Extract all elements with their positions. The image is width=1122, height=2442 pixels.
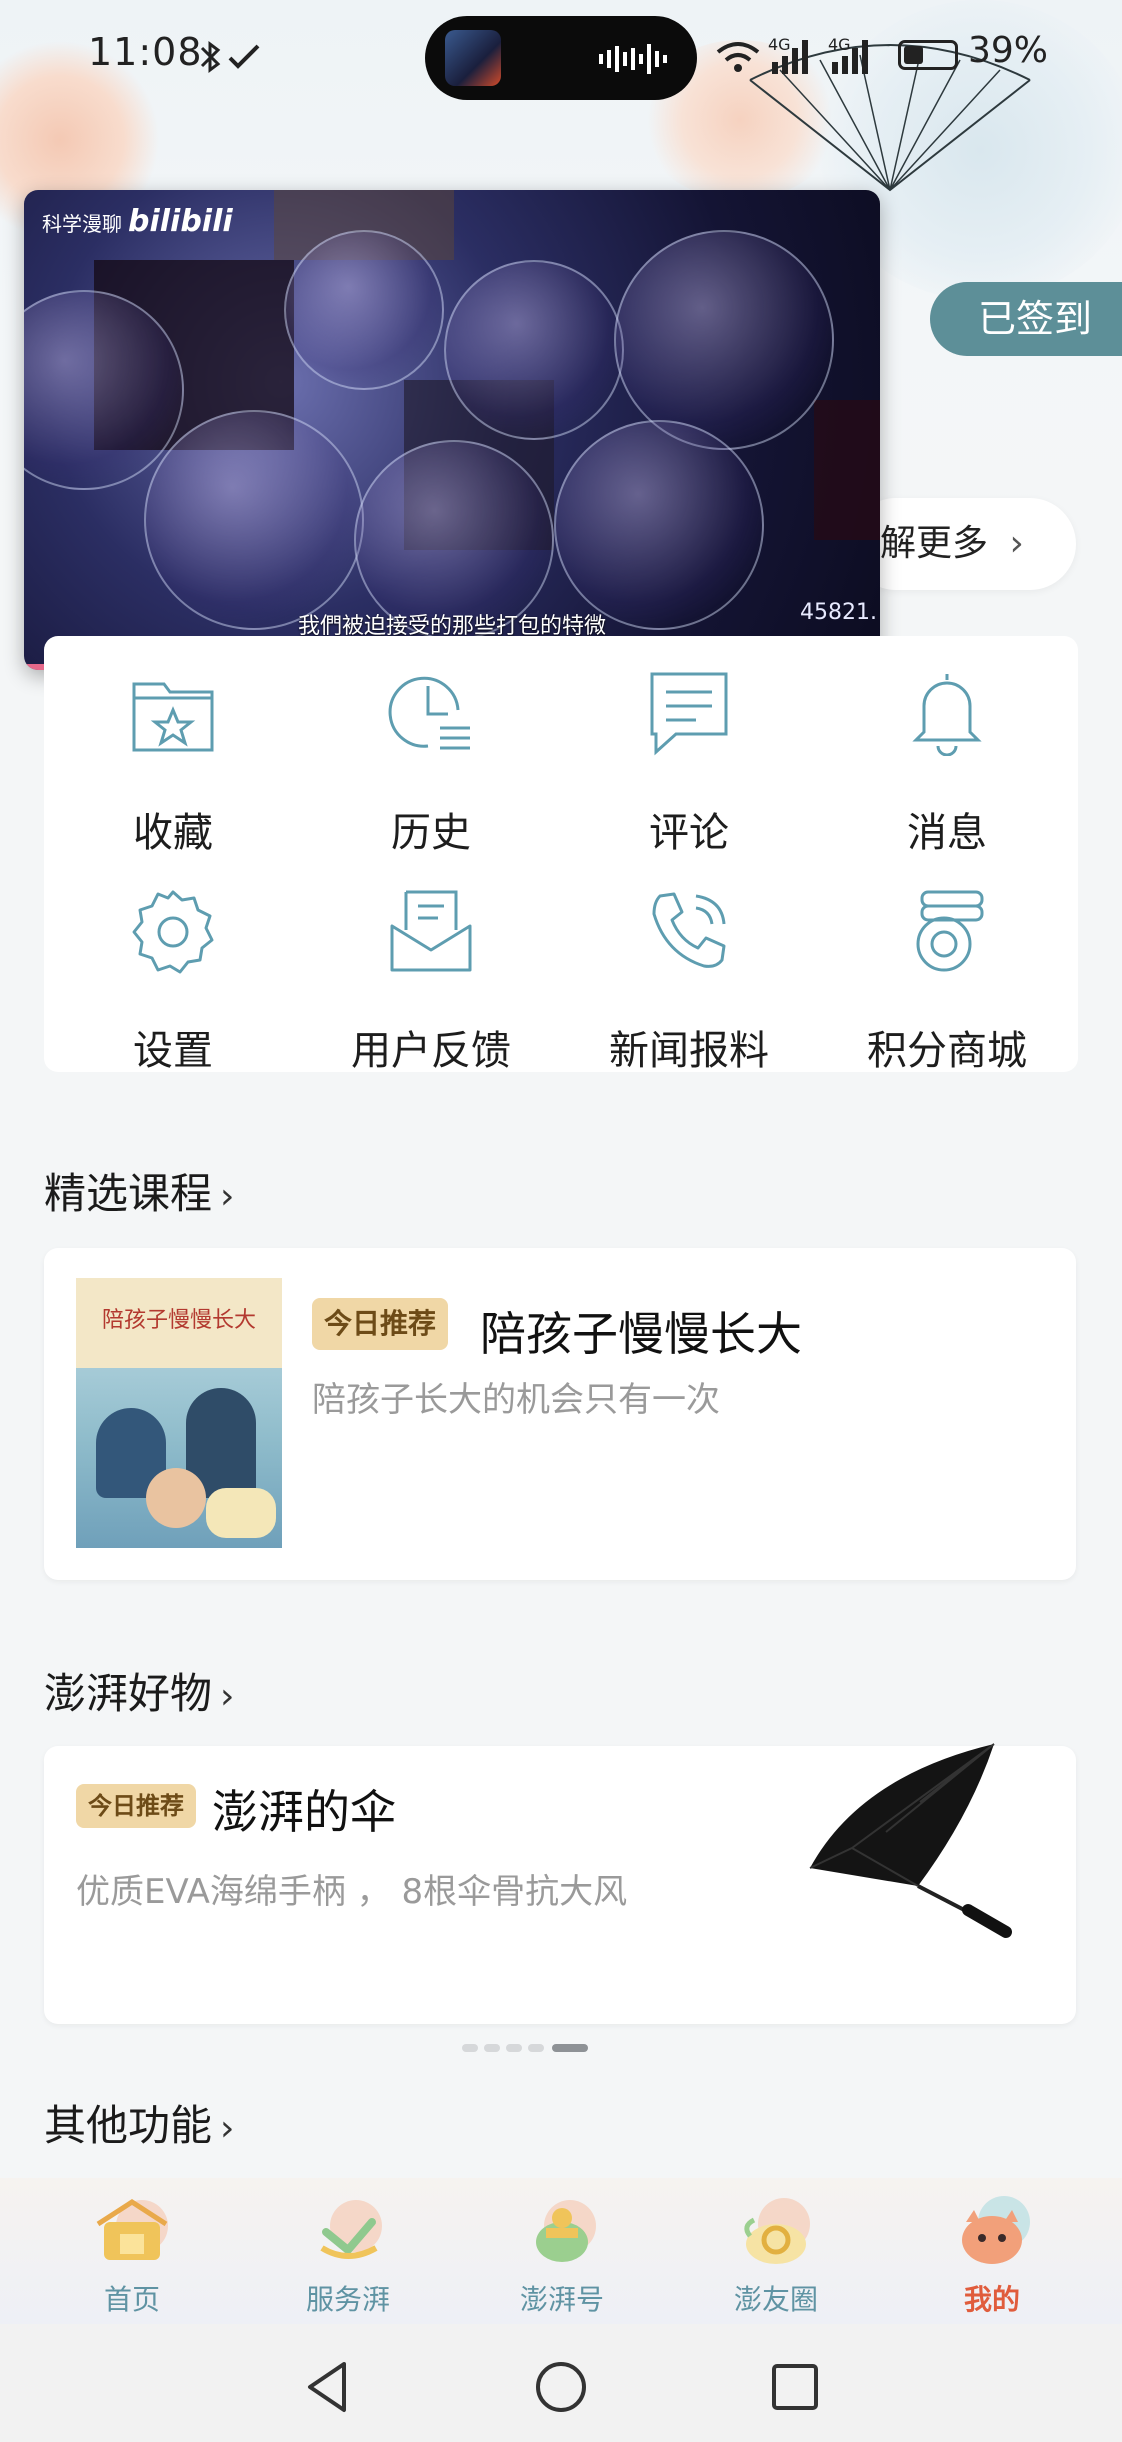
recommend-tag: 今日推荐 <box>312 1298 449 1350</box>
carousel-dot[interactable] <box>506 2044 522 2052</box>
chevron-right-icon: › <box>220 1676 235 1717</box>
system-navigation-bar <box>0 2324 1122 2442</box>
bluetooth-icon <box>200 41 260 73</box>
account-icon <box>536 2200 596 2262</box>
goods-card[interactable]: 今日推荐 澎湃的伞 优质EVA海绵手柄 ， 8根伞骨抗大风 <box>44 1743 1076 2024</box>
svg-text:4G: 4G <box>828 35 851 54</box>
section-title: 精选课程 <box>44 1169 213 1218</box>
grid-item-settings[interactable]: 设置 <box>44 888 302 1078</box>
grid-item-label: 收藏 <box>133 810 213 856</box>
other-section-header[interactable]: 其他功能 › <box>44 2092 234 2153</box>
bottom-tab-bar: 首页 服务湃 澎湃号 澎友圈 我的 <box>0 2178 1122 2324</box>
tab-service[interactable]: 服务湃 <box>268 2186 428 2316</box>
folder-star-icon <box>132 682 214 752</box>
grid-item-label: 历史 <box>391 810 471 856</box>
carousel-dot-active[interactable] <box>552 2044 588 2052</box>
grid-item-points-mall[interactable]: 积分商城 <box>818 888 1076 1078</box>
audio-wave-icon <box>599 44 667 74</box>
carousel-dot[interactable] <box>484 2044 500 2052</box>
umbrella-image <box>809 1743 1012 1938</box>
grid-item-label: 积分商城 <box>867 1028 1027 1074</box>
chevron-right-icon: › <box>220 1176 235 1217</box>
carousel-dot[interactable] <box>462 2044 478 2052</box>
section-title: 其他功能 <box>44 2101 213 2150</box>
chevron-right-icon: › <box>220 2108 235 2149</box>
bell-icon <box>912 674 982 756</box>
mine-mascot-icon <box>962 2196 1030 2264</box>
pip-logo-text: 科学漫聊 <box>42 212 122 236</box>
grid-item-label: 新闻报料 <box>609 1028 769 1074</box>
pip-video-player[interactable]: 科学漫聊 bilibili 我們被迫接受的那些打包的特微 45821. <box>24 190 880 670</box>
dynamic-island[interactable] <box>425 16 697 100</box>
tab-label: 我的 <box>963 2283 1020 2316</box>
battery-icon <box>898 40 958 70</box>
gear-icon <box>132 890 214 974</box>
course-card[interactable]: 陪孩子慢慢长大 今日推荐 陪孩子慢慢长大 陪孩子长大的机会只有一次 <box>44 1248 1076 1580</box>
section-title: 澎湃好物 <box>44 1669 213 1718</box>
pip-logo-brand: bilibili <box>128 204 233 239</box>
comment-icon <box>650 672 728 756</box>
grid-item-messages[interactable]: 消息 <box>818 670 1076 860</box>
battery-percent: 39% <box>968 30 1049 71</box>
book-cover-art <box>76 1368 282 1548</box>
courses-section-header[interactable]: 精选课程 › <box>44 1160 234 1221</box>
tab-pengpai-account[interactable]: 澎湃号 <box>482 2186 642 2316</box>
island-video-thumbnail <box>445 30 501 86</box>
service-icon <box>320 2200 382 2259</box>
grid-item-feedback[interactable]: 用户反馈 <box>302 888 560 1078</box>
coin-stack-icon <box>916 890 984 972</box>
carousel-dot[interactable] <box>528 2044 544 2052</box>
grid-item-label: 用户反馈 <box>351 1028 511 1074</box>
home-button-icon[interactable] <box>534 2360 588 2414</box>
book-cover-title: 陪孩子慢慢长大 <box>101 1308 256 1333</box>
course-cover-image: 陪孩子慢慢长大 <box>76 1278 282 1548</box>
tab-label: 服务湃 <box>305 2283 390 2316</box>
friends-circle-icon <box>744 2198 810 2264</box>
grid-item-label: 设置 <box>133 1028 213 1074</box>
goods-subtitle: 优质EVA海绵手柄 ， 8根伞骨抗大风 <box>76 1872 628 1912</box>
back-icon[interactable] <box>304 2360 350 2414</box>
grid-item-history[interactable]: 历史 <box>302 670 560 860</box>
status-time: 11:08 <box>88 30 203 74</box>
clock-list-icon <box>388 676 470 750</box>
grid-item-label: 消息 <box>907 810 987 856</box>
grid-item-favorites[interactable]: 收藏 <box>44 670 302 860</box>
feedback-envelope-icon <box>390 890 472 972</box>
learn-more-label: 解更多 <box>880 523 989 564</box>
grid-item-news-tip[interactable]: 新闻报料 <box>560 888 818 1078</box>
grid-item-label: 评论 <box>649 810 729 856</box>
function-grid: 收藏 历史 评论 消息 设置 用户反馈 新闻报料 积分商城 <box>44 636 1078 1074</box>
tab-label: 首页 <box>103 2283 160 2316</box>
tab-label: 澎友圈 <box>733 2283 818 2316</box>
grid-item-comments[interactable]: 评论 <box>560 670 818 860</box>
pip-logo: 科学漫聊 bilibili <box>42 204 233 239</box>
tab-friends-circle[interactable]: 澎友圈 <box>696 2186 856 2316</box>
tab-mine[interactable]: 我的 <box>912 2186 1072 2316</box>
phone-icon <box>652 892 726 968</box>
tab-label: 澎湃号 <box>519 2283 604 2316</box>
course-subtitle: 陪孩子长大的机会只有一次 <box>312 1380 720 1420</box>
signal-wifi-icons: 4G 4G <box>716 35 868 74</box>
goods-section-header[interactable]: 澎湃好物 › <box>44 1660 234 1721</box>
pip-overlay-number: 45821. <box>800 600 877 625</box>
chevron-right-icon: › <box>1009 523 1024 564</box>
tab-home[interactable]: 首页 <box>52 2186 212 2316</box>
signin-status-button[interactable]: 已签到 <box>930 282 1122 356</box>
learn-more-button[interactable]: 解更多 › <box>850 498 1076 590</box>
course-title: 陪孩子慢慢长大 <box>480 1307 802 1361</box>
battery-level <box>904 46 923 64</box>
recents-icon[interactable] <box>770 2362 820 2412</box>
home-icon <box>96 2199 168 2260</box>
goods-title: 澎湃的伞 <box>212 1785 396 1839</box>
svg-text:4G: 4G <box>768 35 791 54</box>
recommend-tag: 今日推荐 <box>76 1784 196 1828</box>
